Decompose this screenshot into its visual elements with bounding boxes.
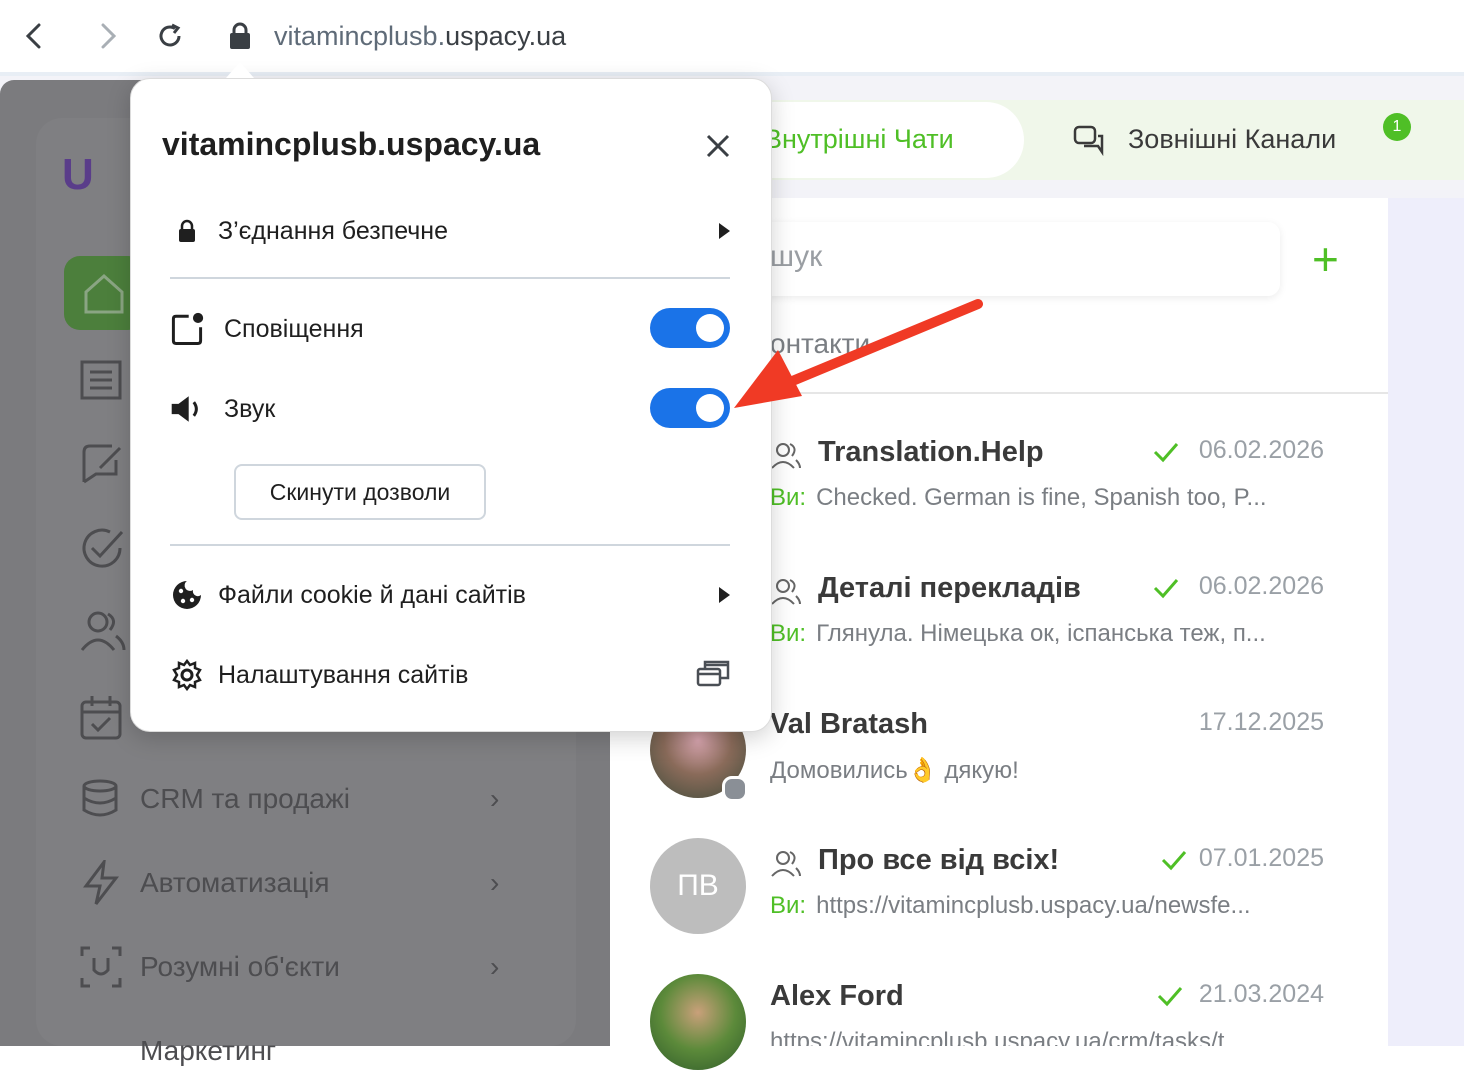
right-strip: [1388, 198, 1464, 1046]
gear-icon: [170, 658, 204, 692]
search-placeholder: шук: [770, 240, 823, 273]
check-circle-icon[interactable]: [76, 522, 128, 574]
sidebar-item-label: CRM та продажі: [140, 783, 350, 814]
scan-icon: [80, 946, 122, 988]
arrow-right-icon: [719, 223, 730, 239]
forward-arrow-icon: [101, 23, 117, 49]
chat-date: 21.03.2024: [1198, 980, 1324, 1008]
you-label: Ви:: [770, 892, 807, 919]
group-icon: [771, 851, 801, 877]
chat-bubbles-icon: [1073, 125, 1104, 156]
url-domain: uspacy.ua: [445, 21, 567, 51]
back-button[interactable]: [16, 18, 52, 54]
add-chat-button[interactable]: +: [1312, 236, 1339, 282]
chat-date: 06.02.2026: [1198, 436, 1324, 464]
calendar-icon[interactable]: [76, 692, 128, 744]
read-check-icon: [1157, 987, 1183, 1007]
connection-secure-label: З’єднання безпечне: [218, 216, 449, 245]
lock-icon: [230, 22, 250, 49]
chat-name: Translation.Help: [818, 436, 1044, 468]
chevron-right-icon: ›: [490, 783, 500, 814]
chevron-right-icon: ›: [490, 951, 500, 982]
chat-list-item[interactable]: Alex Ford 21.03.2024 https://vitamincplu…: [610, 980, 1388, 1046]
chat-name: Alex Ford: [770, 980, 904, 1012]
cookie-icon: [170, 578, 204, 612]
sidebar-item-marketing[interactable]: Маркетинг: [80, 1026, 520, 1076]
preview-text: Checked. German is fine, Spanish too, P.…: [816, 484, 1267, 511]
sidebar-item-label: Автоматизація: [140, 867, 330, 898]
chat-preview: Ви: https://vitamincplusb.uspacy.ua/newsf…: [770, 892, 1251, 920]
forward-button[interactable]: [90, 18, 126, 54]
database-icon: [82, 779, 118, 817]
sidebar-item-label: Маркетинг: [140, 1035, 277, 1066]
site-settings-label: Налаштування сайтів: [218, 660, 469, 689]
building-icon[interactable]: [76, 352, 128, 404]
preview-text: Глянула. Німецька ок, іспанська теж, п..…: [816, 620, 1266, 647]
chat-preview: Домовились👌 дякую!: [770, 756, 1019, 785]
notifications-toggle[interactable]: [650, 308, 730, 348]
chat-preview: https://vitamincplusb.uspacy.ua/crm/task…: [770, 1028, 1244, 1046]
reload-icon: [159, 23, 181, 47]
divider: [170, 544, 730, 546]
users-icon[interactable]: [76, 606, 128, 658]
lightning-icon: [83, 860, 120, 905]
read-check-icon: [1153, 579, 1179, 599]
chat-preview: Ви: Глянула. Німецька ок, іспанська теж, …: [770, 620, 1266, 648]
chat-name: Val Bratash: [770, 708, 928, 740]
chat-date: 17.12.2025: [1198, 708, 1324, 736]
open-in-new-window-icon: [696, 659, 730, 692]
divider: [170, 277, 730, 279]
chevron-right-icon: ›: [490, 867, 500, 898]
reset-permissions-button[interactable]: Скинути дозволи: [234, 464, 486, 520]
chat-date: 07.01.2025: [1198, 844, 1324, 872]
speaker-icon: [170, 392, 204, 426]
notification-icon: [170, 312, 204, 346]
site-settings-row[interactable]: Налаштування сайтів: [170, 650, 730, 700]
preview-text: https://vitamincplusb.uspacy.ua/newsfe..…: [816, 892, 1251, 919]
sidebar-item-crm[interactable]: CRM та продажі ›: [80, 774, 520, 824]
group-icon: [771, 443, 801, 469]
chat-date: 06.02.2026: [1198, 572, 1324, 600]
you-label: Ви:: [770, 620, 807, 647]
tab-internal-chats-label: Внутрішні Чати: [764, 124, 954, 154]
chat-list-item[interactable]: Про все від всіх! 07.01.2025 Ви: https://…: [610, 844, 1388, 974]
read-check-icon: [1161, 851, 1187, 871]
annotation-arrow-icon: [734, 299, 983, 408]
preview-text: Домовились👌 дякую!: [770, 757, 1019, 784]
app-logo: U: [62, 150, 94, 199]
popup-title: vitamincplusb.uspacy.ua: [162, 126, 541, 162]
sound-row: Звук: [170, 384, 730, 434]
url-prefix: vitamincplusb.: [274, 21, 446, 51]
notifications-row: Сповіщення: [170, 304, 730, 354]
sidebar-item-smart-objects[interactable]: Розумні об'єкти ›: [80, 942, 520, 992]
popup-pointer: [226, 62, 254, 78]
sound-toggle[interactable]: [650, 388, 730, 428]
cookies-label: Файли cookie й дані сайтів: [218, 580, 526, 609]
connection-secure-row[interactable]: З’єднання безпечне: [170, 206, 730, 256]
read-check-icon: [1153, 443, 1179, 463]
tab-external-channels[interactable]: Зовнішні Канали: [1128, 124, 1336, 155]
lock-icon: [170, 214, 204, 248]
sidebar-item-automation[interactable]: Автоматизація ›: [80, 858, 520, 908]
browser-toolbar: vitamincplusb.uspacy.ua: [0, 0, 1464, 76]
chat-preview: Ви: Checked. German is fine, Spanish too,…: [770, 484, 1267, 512]
reload-button[interactable]: [152, 18, 188, 54]
you-label: Ви:: [770, 484, 807, 511]
arrow-right-icon: [719, 587, 730, 603]
unread-badge: 1: [1383, 113, 1411, 141]
close-icon: [706, 134, 730, 158]
address-bar[interactable]: vitamincplusb.uspacy.ua: [274, 18, 566, 54]
chat-name: Про все від всіх!: [818, 844, 1060, 876]
preview-text: https://vitamincplusb.uspacy.ua/crm/task…: [770, 1028, 1245, 1046]
pen-icon[interactable]: [76, 438, 128, 490]
group-icon: [771, 579, 801, 605]
cookies-row[interactable]: Файли cookie й дані сайтів: [170, 570, 730, 620]
back-arrow-icon: [25, 23, 41, 49]
site-info-button[interactable]: [222, 18, 258, 54]
chat-name: Деталі перекладів: [818, 572, 1081, 604]
close-button[interactable]: [700, 128, 736, 164]
sidebar-item-label: Розумні об'єкти: [140, 951, 340, 982]
